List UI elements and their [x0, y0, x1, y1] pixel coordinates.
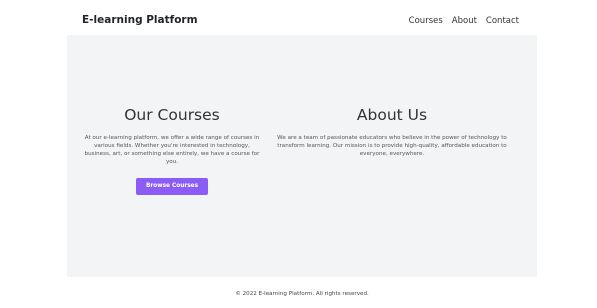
- brand-title: E-learning Platform: [82, 14, 198, 26]
- nav-link-about[interactable]: About: [452, 16, 477, 26]
- header: E-learning Platform Courses About Contac…: [67, 8, 537, 35]
- courses-title: Our Courses: [124, 106, 220, 124]
- about-section: About Us We are a team of passionate edu…: [272, 106, 512, 158]
- main-content: Our Courses At our e-learning platform, …: [67, 35, 537, 277]
- footer: © 2022 E-learning Platform. All rights r…: [67, 277, 537, 300]
- page: E-learning Platform Courses About Contac…: [67, 8, 537, 300]
- footer-copyright: © 2022 E-learning Platform. All rights r…: [235, 291, 369, 297]
- courses-section: Our Courses At our e-learning platform, …: [77, 106, 267, 195]
- courses-description: At our e-learning platform, we offer a w…: [84, 135, 260, 165]
- browse-courses-button[interactable]: Browse Courses: [135, 178, 209, 195]
- nav-bar: Courses About Contact: [409, 16, 519, 26]
- about-description: We are a team of passionate educators wh…: [277, 135, 507, 157]
- about-title: About Us: [356, 106, 428, 124]
- nav-link-courses[interactable]: Courses: [409, 16, 443, 26]
- nav-link-contact[interactable]: Contact: [486, 16, 519, 26]
